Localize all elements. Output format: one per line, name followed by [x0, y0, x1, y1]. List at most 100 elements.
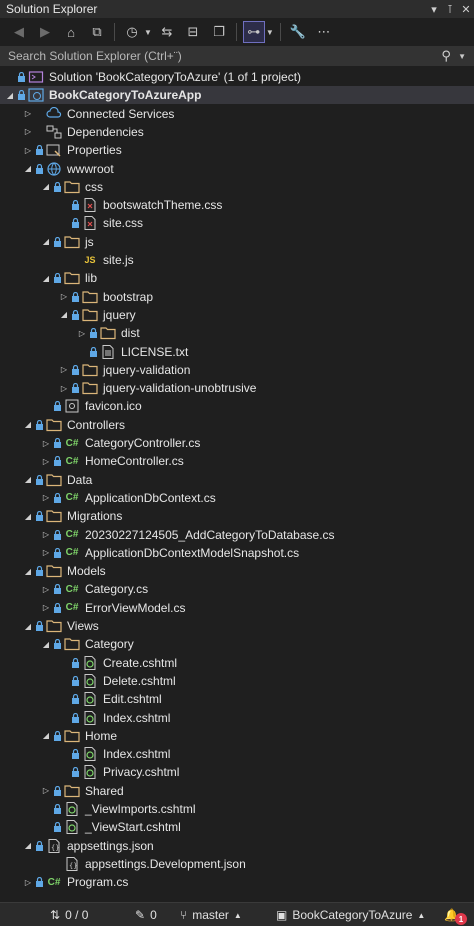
tree-item[interactable]: site.css [0, 214, 474, 232]
tree-item[interactable]: favicon.ico [0, 397, 474, 415]
tree-item[interactable]: ◢ Views [0, 617, 474, 635]
tree-item[interactable]: ▷ jquery-validation-unobtrusive [0, 379, 474, 397]
tree-item[interactable]: Solution 'BookCategoryToAzure' (1 of 1 p… [0, 68, 474, 86]
tree-item[interactable]: ▷ C# ApplicationDbContext.cs [0, 489, 474, 507]
search-options-icon[interactable]: ▼ [458, 52, 466, 61]
tree-item[interactable]: Edit.cshtml [0, 690, 474, 708]
tree-item[interactable]: ▷ Shared [0, 782, 474, 800]
collapsed-chevron-icon[interactable]: ▷ [40, 457, 52, 466]
tree-item[interactable]: ◢ Migrations [0, 507, 474, 525]
tree-item[interactable]: ◢ jquery [0, 306, 474, 324]
collapsed-chevron-icon[interactable]: ▷ [58, 292, 70, 301]
home-icon[interactable]: ⌂ [60, 21, 82, 43]
tree-item[interactable]: ▷ C# ApplicationDbContextModelSnapshot.cs [0, 544, 474, 562]
edits-status[interactable]: ✎ 0 [135, 903, 157, 926]
tree-item[interactable]: ◢ Category [0, 635, 474, 653]
branch-status[interactable]: ⑂ master ▲ [180, 903, 242, 926]
tree-item[interactable]: ▷ Dependencies [0, 123, 474, 141]
collapsed-chevron-icon[interactable]: ▷ [22, 146, 34, 155]
expanded-chevron-icon[interactable]: ◢ [22, 512, 34, 521]
tree-item[interactable]: ▷ C# 20230227124505_AddCategoryToDatabase.… [0, 526, 474, 544]
tree-item[interactable]: ▷ C# CategoryController.cs [0, 434, 474, 452]
collapsed-chevron-icon[interactable]: ▷ [22, 127, 34, 136]
sync-active-document-icon[interactable]: ⇆ [156, 21, 178, 43]
collapsed-chevron-icon[interactable]: ▷ [40, 786, 52, 795]
tree-item[interactable]: ◢ Controllers [0, 416, 474, 434]
expanded-chevron-icon[interactable]: ◢ [4, 91, 16, 100]
collapsed-chevron-icon[interactable]: ▷ [40, 530, 52, 539]
expanded-chevron-icon[interactable]: ◢ [40, 274, 52, 283]
tree-item[interactable]: _ViewStart.cshtml [0, 818, 474, 836]
expanded-chevron-icon[interactable]: ◢ [22, 841, 34, 850]
tree-item[interactable]: JS site.js [0, 251, 474, 269]
more-options-icon[interactable]: ⋯ [313, 21, 335, 43]
tree-item[interactable]: ◢ css [0, 178, 474, 196]
chevron-down-icon[interactable]: ▼ [266, 28, 274, 37]
expanded-chevron-icon[interactable]: ◢ [40, 182, 52, 191]
collapsed-chevron-icon[interactable]: ▷ [76, 329, 88, 338]
collapsed-chevron-icon[interactable]: ▷ [22, 109, 34, 118]
pending-changes-filter-icon[interactable]: ◷ [121, 21, 143, 43]
collapsed-chevron-icon[interactable]: ▷ [40, 603, 52, 612]
collapsed-chevron-icon[interactable]: ▷ [58, 365, 70, 374]
pin-icon[interactable]: ⊺ [442, 1, 458, 17]
collapsed-chevron-icon[interactable]: ▷ [40, 585, 52, 594]
collapsed-chevron-icon[interactable]: ▷ [40, 439, 52, 448]
tree-item[interactable]: ▷ Properties [0, 141, 474, 159]
collapsed-chevron-icon[interactable]: ▷ [58, 384, 70, 393]
expanded-chevron-icon[interactable]: ◢ [40, 731, 52, 740]
tree-item[interactable]: ▷ jquery-validation [0, 361, 474, 379]
tree-item[interactable]: Index.cshtml [0, 709, 474, 727]
show-all-files-icon[interactable]: ❐ [208, 21, 230, 43]
tree-item[interactable]: bootswatchTheme.css [0, 196, 474, 214]
tree-item[interactable]: Privacy.cshtml [0, 763, 474, 781]
tree-item[interactable]: ◢ lib [0, 269, 474, 287]
switch-views-icon[interactable]: ⧉ [86, 21, 108, 43]
preview-selected-items-icon[interactable]: ⊶ [242, 21, 265, 43]
tree-item[interactable]: ▷ Connected Services [0, 105, 474, 123]
changes-status[interactable]: ⇅ 0 / 0 [50, 903, 88, 926]
search-input[interactable] [8, 49, 432, 63]
close-icon[interactable]: ✕ [458, 1, 474, 17]
expanded-chevron-icon[interactable]: ◢ [22, 420, 34, 429]
expanded-chevron-icon[interactable]: ◢ [58, 310, 70, 319]
notifications[interactable]: 🔔 1 [444, 903, 467, 926]
lock-icon [70, 200, 80, 211]
dropdown-icon[interactable]: ▾ [426, 1, 442, 17]
tree-item[interactable]: ◢ Models [0, 562, 474, 580]
tree-item[interactable]: ◢ Home [0, 727, 474, 745]
forward-icon[interactable]: ▶ [34, 21, 56, 43]
back-icon[interactable]: ◀ [8, 21, 30, 43]
tree-item[interactable]: LICENSE.txt [0, 343, 474, 361]
tree-item[interactable]: ▷ dist [0, 324, 474, 342]
expanded-chevron-icon[interactable]: ◢ [22, 567, 34, 576]
tree-item[interactable]: ▷ C# HomeController.cs [0, 452, 474, 470]
tree-item[interactable]: ▷ bootstrap [0, 288, 474, 306]
expanded-chevron-icon[interactable]: ◢ [22, 164, 34, 173]
search-icon[interactable]: ⚲ [431, 48, 461, 64]
repo-status[interactable]: ▣ BookCategoryToAzure ▲ [276, 903, 425, 926]
tree-item[interactable]: Delete.cshtml [0, 672, 474, 690]
expanded-chevron-icon[interactable]: ◢ [40, 640, 52, 649]
expanded-chevron-icon[interactable]: ◢ [22, 622, 34, 631]
collapsed-chevron-icon[interactable]: ▷ [40, 548, 52, 557]
tree-item[interactable]: ◢ Data [0, 471, 474, 489]
tree-item[interactable]: {} appsettings.Development.json [0, 855, 474, 873]
chevron-down-icon[interactable]: ▼ [144, 28, 152, 37]
tree-item[interactable]: ◢ {} appsettings.json [0, 837, 474, 855]
collapsed-chevron-icon[interactable]: ▷ [40, 493, 52, 502]
collapse-all-icon[interactable]: ⊟ [182, 21, 204, 43]
expanded-chevron-icon[interactable]: ◢ [40, 237, 52, 246]
tree-item[interactable]: ▷ C# Category.cs [0, 580, 474, 598]
tree-item[interactable]: ▷ C# Program.cs [0, 873, 474, 891]
tree-item[interactable]: ◢ js [0, 233, 474, 251]
tree-item[interactable]: ◢ BookCategoryToAzureApp [0, 86, 474, 105]
tree-item[interactable]: ◢ wwwroot [0, 160, 474, 178]
tree-item[interactable]: ▷ C# ErrorViewModel.cs [0, 599, 474, 617]
tree-item[interactable]: Index.cshtml [0, 745, 474, 763]
tree-item[interactable]: _ViewImports.cshtml [0, 800, 474, 818]
expanded-chevron-icon[interactable]: ◢ [22, 475, 34, 484]
collapsed-chevron-icon[interactable]: ▷ [22, 878, 34, 887]
properties-wrench-icon[interactable]: 🔧 [287, 21, 309, 43]
tree-item[interactable]: Create.cshtml [0, 654, 474, 672]
